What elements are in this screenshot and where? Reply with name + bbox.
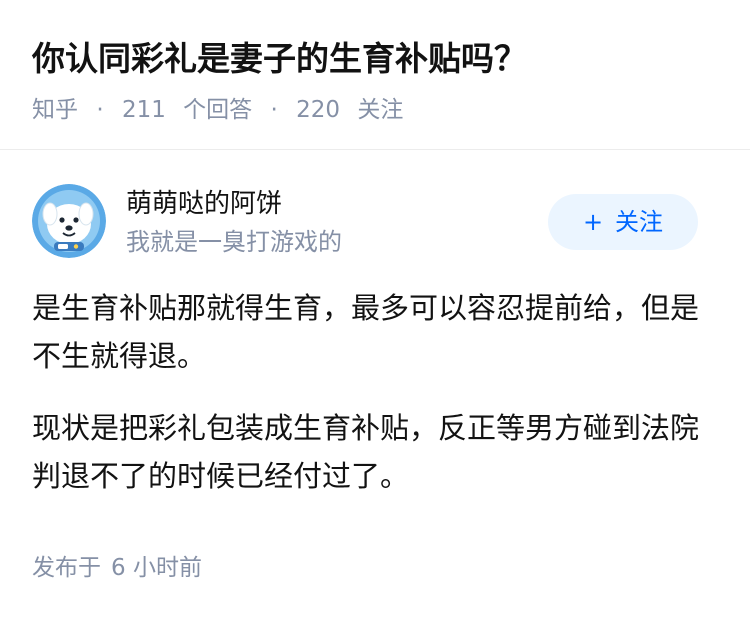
author-info: 萌萌哒的阿饼 我就是一臭打游戏的 + 关注 [0,182,750,262]
question-title[interactable]: 你认同彩礼是妻子的生育补贴吗？ [32,34,527,84]
author-avatar[interactable] [32,184,106,258]
answer-paragraph: 是生育补贴那就得生育，最多可以容忍提前给，但是不生就得退。 [32,291,700,373]
source-label[interactable]: 知乎 [32,92,78,128]
answer-paragraph: 现状是把彩礼包装成生育补贴，反正等男方碰到法院判退不了的时候已经付过了。 [32,411,700,493]
plus-icon: + [582,208,604,236]
answer-timestamp: 发布于 6 小时前 [32,548,202,588]
author-name[interactable]: 萌萌哒的阿饼 [126,184,282,224]
answer-count[interactable]: 211 [122,92,166,128]
answer-count-label[interactable]: 个回答 [183,92,252,128]
answer-content: 是生育补贴那就得生育，最多可以容忍提前给，但是不生就得退。 现状是把彩礼包装成生… [32,284,722,524]
author-bio: 我就是一臭打游戏的 [126,228,342,256]
published-time: 6 小时前 [111,555,202,581]
question-header: 你认同彩礼是妻子的生育补贴吗？ 知乎 · 211 个回答 · 220 关注 [0,0,750,150]
cartoon-dog-astronaut-avatar-icon [32,184,106,258]
meta-separator: · [270,97,278,123]
follow-button-label: 关注 [615,208,664,236]
question-meta: 知乎 · 211 个回答 · 220 关注 [32,92,403,128]
follow-button[interactable]: + 关注 [548,194,698,250]
published-label: 发布于 [32,555,101,581]
follower-count-label[interactable]: 关注 [357,92,403,128]
follower-count[interactable]: 220 [296,92,340,128]
meta-separator: · [96,97,104,123]
